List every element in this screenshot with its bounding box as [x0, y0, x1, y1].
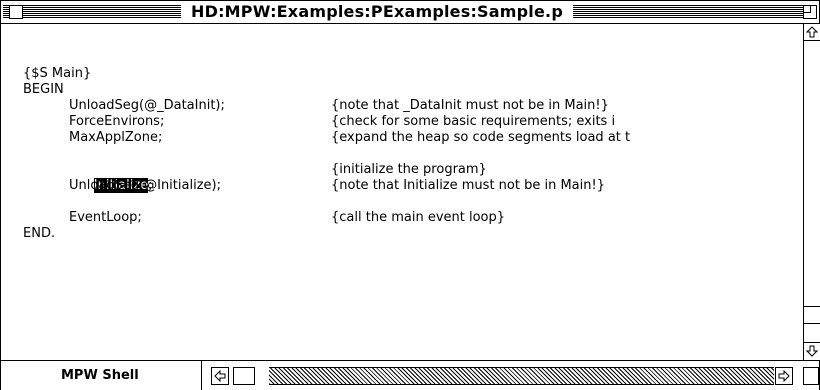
editor-window: HD:MPW:Examples:PExamples:Sample.p {$S M… — [0, 0, 820, 390]
zoom-box-icon[interactable] — [803, 5, 817, 19]
close-box-icon[interactable] — [9, 5, 23, 19]
code-comment: {note that Initialize must not be in Mai… — [331, 178, 605, 193]
scroll-up-arrow-icon[interactable] — [804, 24, 820, 41]
size-box-icon[interactable] — [803, 367, 819, 385]
status-panel: MPW Shell — [1, 361, 202, 390]
vertical-scrollbar[interactable] — [803, 24, 820, 360]
code-line: UnloadSeg(@Initialize); — [69, 178, 221, 193]
shell-label: MPW Shell — [61, 368, 139, 383]
code-line: ForceEnvirons; — [69, 114, 165, 129]
code-comment: {check for some basic requirements; exit… — [331, 114, 616, 129]
text-editor-area[interactable]: {$S Main} BEGIN UnloadSeg(@_DataInit); {… — [1, 24, 803, 360]
code-line: MaxApplZone; — [69, 130, 163, 145]
window-title: HD:MPW:Examples:PExamples:Sample.p — [181, 2, 573, 22]
code-line: UnloadSeg(@_DataInit); — [69, 98, 225, 113]
code-line: BEGIN — [23, 82, 64, 97]
horizontal-scroll-thumb[interactable] — [233, 367, 255, 385]
scroll-down-arrow-icon[interactable] — [804, 342, 820, 359]
code-line: {$S Main} — [23, 66, 92, 81]
horizontal-scroll-track[interactable] — [269, 367, 774, 385]
code-line: Initialize; — [69, 162, 153, 193]
code-comment: {call the main event loop} — [331, 210, 506, 225]
title-bar[interactable]: HD:MPW:Examples:PExamples:Sample.p — [1, 1, 819, 24]
vertical-scroll-thumb[interactable] — [804, 306, 820, 324]
code-comment: {expand the heap so code segments load a… — [331, 130, 631, 145]
scroll-right-arrow-icon[interactable] — [775, 367, 793, 385]
code-comment: {note that _DataInit must not be in Main… — [331, 98, 609, 113]
code-line: EventLoop; — [69, 210, 142, 225]
bottom-bar: MPW Shell — [1, 360, 819, 390]
code-comment: {initialize the program} — [331, 162, 487, 177]
code-line: END. — [23, 226, 56, 241]
scroll-left-arrow-icon[interactable] — [211, 367, 229, 385]
